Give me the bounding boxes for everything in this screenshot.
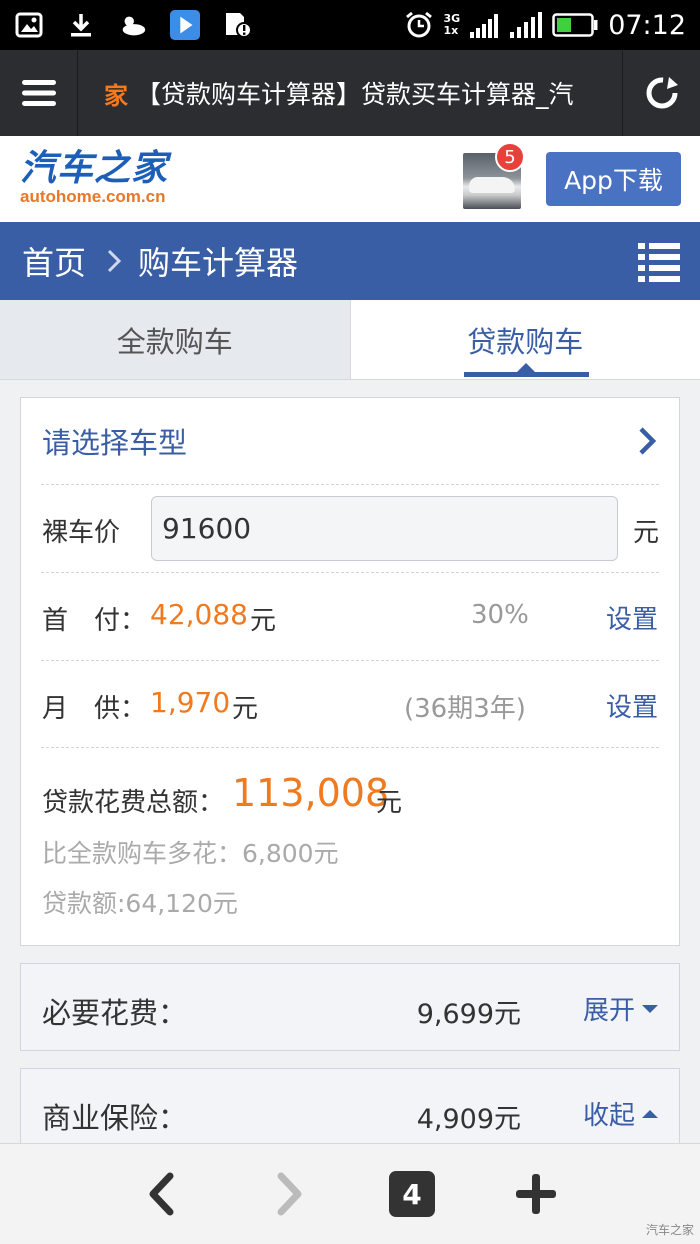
weather-icon [118,10,148,40]
status-bar: 3G 1x 07:12 [0,0,700,50]
loan-term: (36期3年) [404,694,526,724]
forward-button[interactable] [265,1169,315,1219]
purchase-tabs: 全款购车 贷款购车 [0,300,700,380]
collapse-toggle[interactable]: 收起 [583,1095,659,1132]
site-favicon: 家 [104,81,128,110]
browser-bottom-bar: 4 汽车之家 [0,1143,700,1244]
autohome-logo[interactable]: 汽车之家 autohome.com.cn [20,150,168,206]
necessary-costs-value: 9,699元 [416,999,521,1030]
down-payment-label: 首 付： [42,606,147,636]
page-title: 【贷款购车计算器】贷款买车计算器_汽 [136,80,574,109]
reload-button[interactable] [622,50,700,136]
breadcrumb-current: 购车计算器 [138,244,299,282]
divider [41,660,659,661]
sd-card-alert-icon [222,10,252,40]
alarm-icon [404,10,434,40]
new-tab-button[interactable] [511,1169,561,1219]
browser-menu-button[interactable] [0,50,78,136]
down-payment-unit: 元 [250,606,277,636]
monthly-payment-value: 1,970 [150,686,231,719]
bare-price-unit: 元 [633,518,660,548]
bare-price-label: 裸车价 [42,518,121,548]
play-store-icon [170,10,200,40]
breadcrumb-home[interactable]: 首页 [22,238,86,284]
tab-count-button[interactable]: 4 [389,1171,435,1217]
tab-full-payment[interactable]: 全款购车 [0,300,351,379]
monthly-payment-label: 月 供： [42,694,147,724]
loan-total-label: 贷款花费总额： [42,788,225,818]
caret-up-icon [642,1109,658,1118]
necessary-costs-row[interactable]: 必要花费： 9,699元 展开 [20,963,680,1051]
commercial-insurance-label: 商业保险： [42,1101,188,1135]
chevron-right-icon [637,426,657,463]
hamburger-icon [21,80,56,106]
back-button[interactable] [136,1169,186,1219]
down-payment-value: 42,088 [150,598,248,631]
list-menu-icon[interactable] [638,240,680,282]
chevron-right-icon [106,248,122,274]
breadcrumb: 首页 购车计算器 [0,222,700,300]
tab-loan-payment[interactable]: 贷款购车 [350,300,700,379]
clock: 07:12 [608,9,686,41]
commercial-insurance-value: 4,909元 [416,1104,521,1135]
down-payment-set-link[interactable]: 设置 [606,599,658,636]
signal-bars-2-icon [510,10,543,40]
loan-calculator-card: 请选择车型 裸车价 元 首 付： 42,088 元 30% 设置 月 供： 1,… [20,397,680,946]
browser-toolbar: 家 【贷款购车计算器】贷款买车计算器_汽 [0,50,700,136]
extra-cost-text: 比全款购车多花：6,800元 [42,839,339,868]
divider [41,747,659,748]
app-download-button[interactable]: App下载 [546,152,681,206]
signal-bars-icon [470,10,500,40]
reload-icon [646,77,678,109]
monthly-payment-unit: 元 [232,694,259,724]
plus-icon [516,1174,556,1214]
monthly-payment-set-link[interactable]: 设置 [606,687,658,724]
divider [41,572,659,573]
network-type: 3G 1x [443,12,461,37]
divider [41,484,659,485]
select-car-model-row[interactable]: 请选择车型 [21,398,679,484]
arrow-right-icon [277,1172,302,1216]
expand-toggle[interactable]: 展开 [583,990,659,1027]
necessary-costs-label: 必要花费： [42,996,188,1030]
address-bar[interactable]: 家 【贷款购车计算器】贷款买车计算器_汽 [78,75,622,111]
active-tab-caret [516,363,535,372]
notification-badge: 5 [495,142,525,172]
down-payment-percent: 30% [471,600,529,630]
gallery-icon [14,10,44,40]
arrow-left-icon [149,1172,174,1216]
loan-total-value: 113,008 [232,771,390,815]
active-tab-underline [463,372,589,377]
download-icon [66,10,96,40]
bare-price-input[interactable] [151,496,618,561]
caret-down-icon [642,1004,658,1013]
loan-amount-text: 贷款额:64,120元 [42,889,238,918]
battery-icon [552,10,598,40]
watermark: 汽车之家 [645,1223,694,1237]
loan-total-unit: 元 [376,788,403,818]
